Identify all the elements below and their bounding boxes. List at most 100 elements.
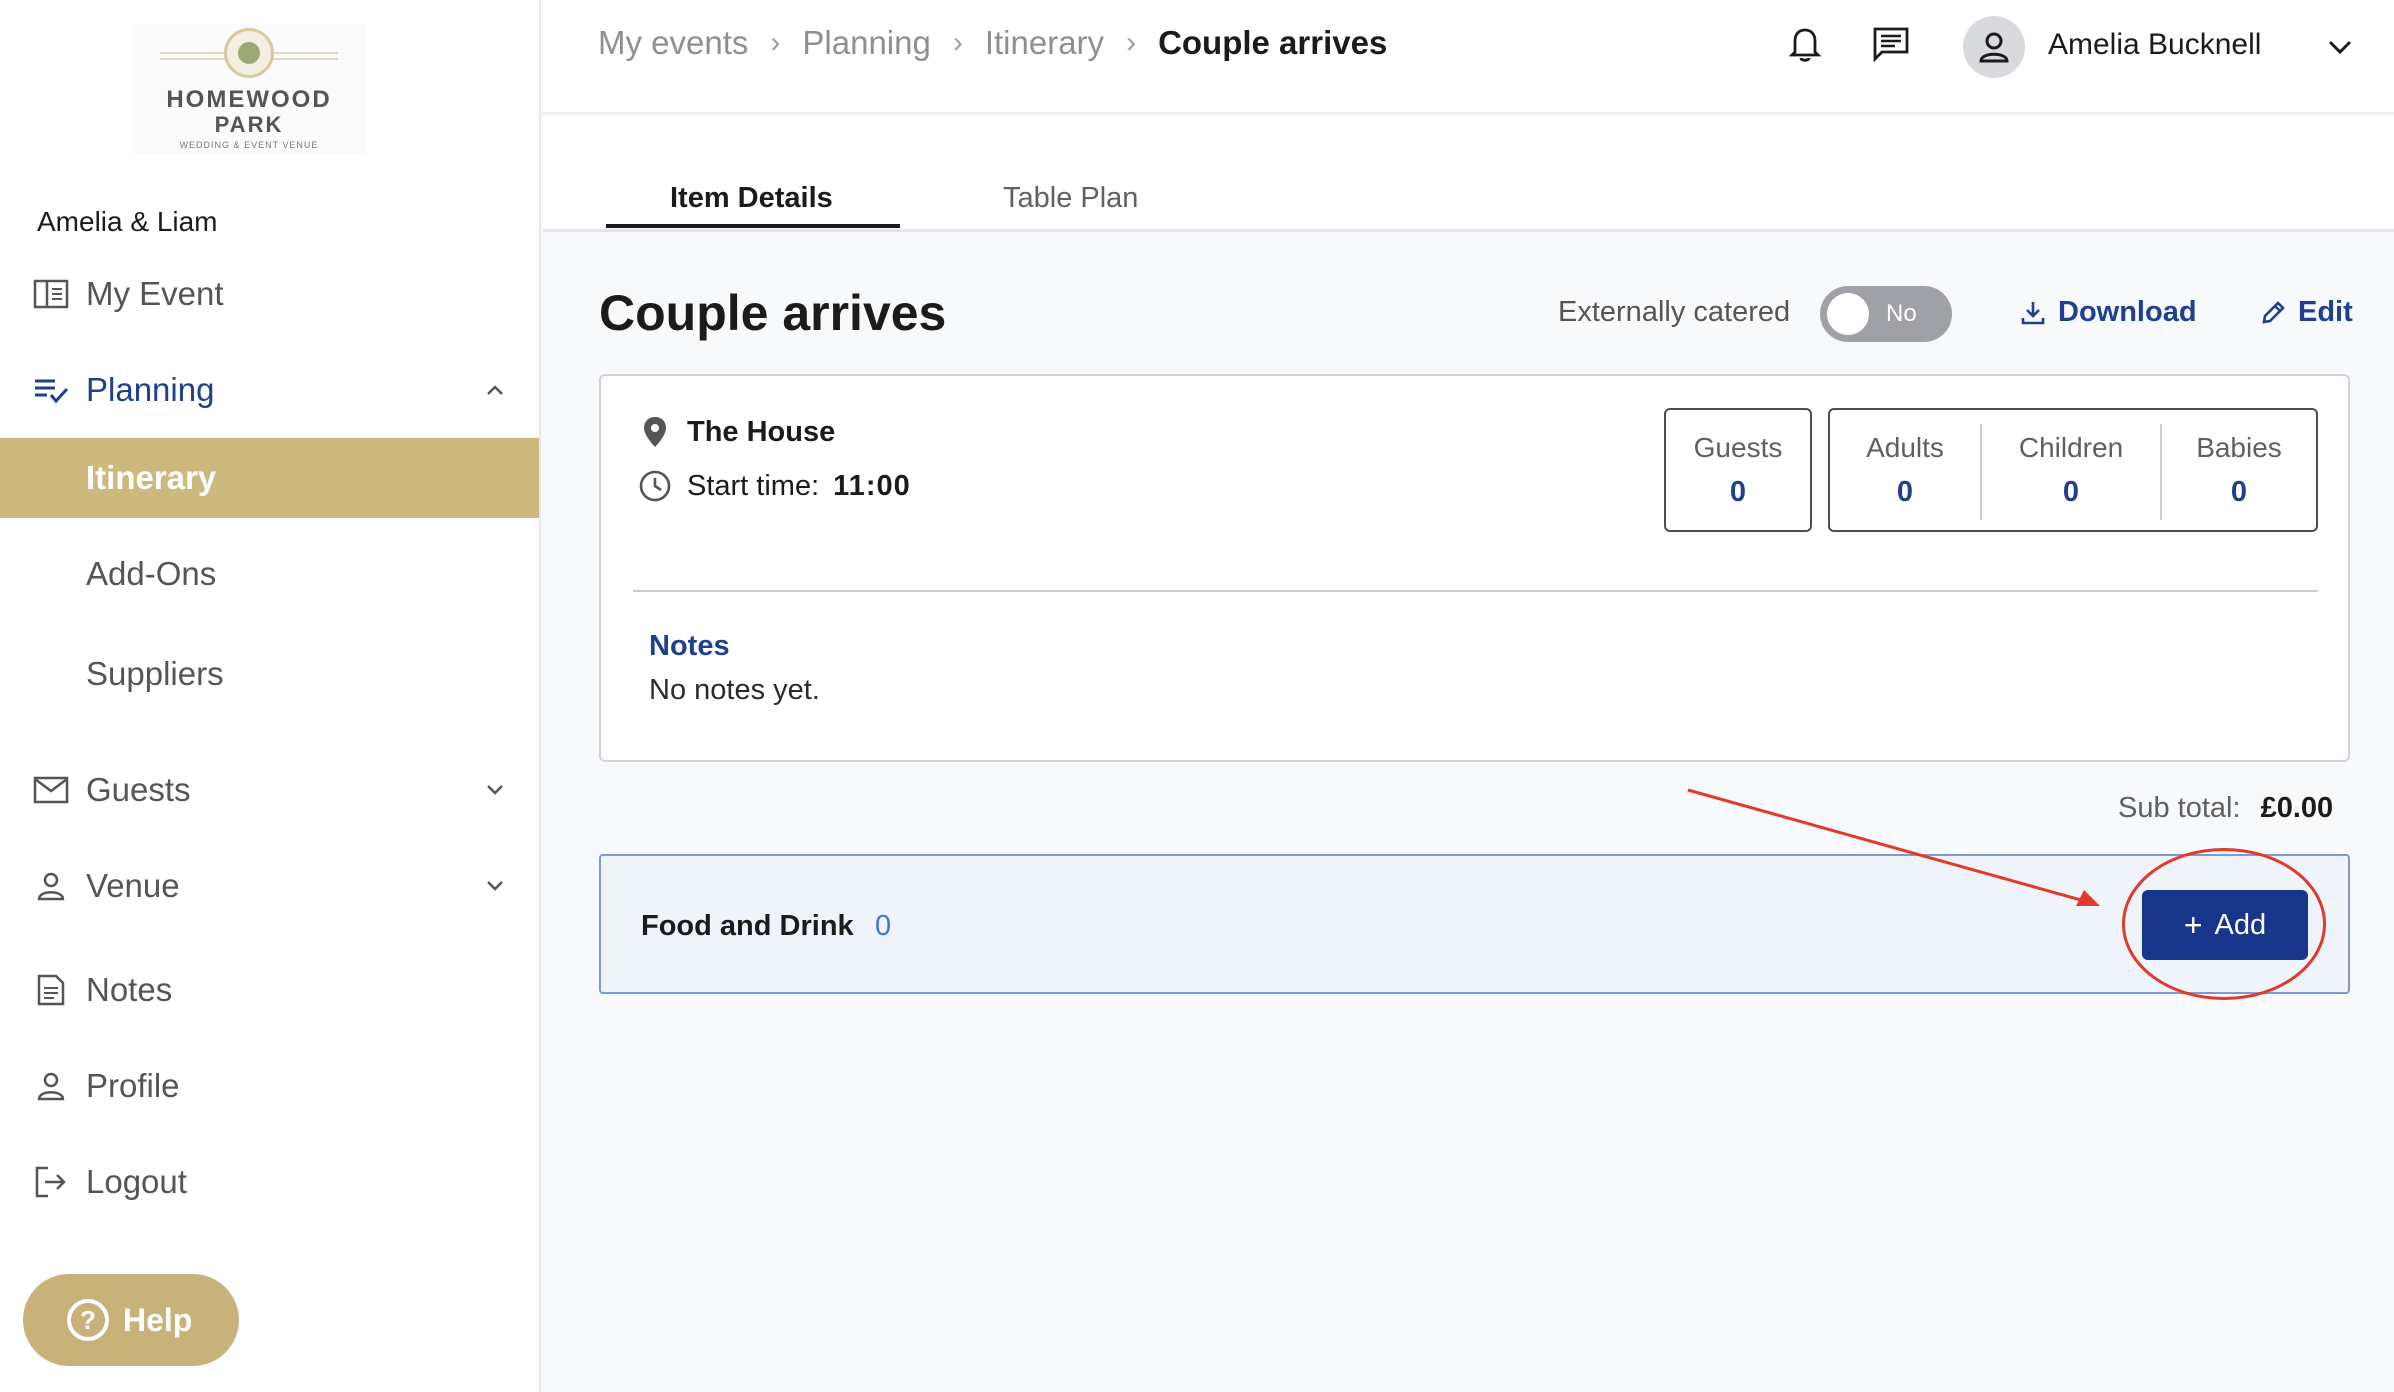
sidebar-item-label: Suppliers: [86, 655, 224, 692]
download-button[interactable]: Download: [2018, 296, 2197, 329]
sidebar-item-logout[interactable]: Logout: [0, 1150, 539, 1214]
pencil-icon: [2258, 298, 2288, 328]
breadcrumb-itinerary[interactable]: Itinerary: [985, 24, 1104, 62]
toggle-value: No: [1886, 300, 1917, 327]
tab-table-plan[interactable]: Table Plan: [1003, 182, 1138, 215]
children-value: 0: [2062, 476, 2080, 508]
children-label: Children: [2018, 432, 2124, 463]
person-icon: [1979, 32, 2009, 63]
breadcrumb-current: Couple arrives: [1158, 24, 1388, 61]
sidebar-item-label: Add-Ons: [86, 555, 217, 592]
babies-value: 0: [2230, 476, 2248, 508]
add-button-label: Add: [2214, 908, 2267, 941]
start-time-value: 11:00: [833, 469, 911, 502]
logout-icon: [32, 1163, 70, 1201]
notes-title: Notes: [649, 630, 730, 662]
sidebar-item-label: My Event: [86, 275, 224, 312]
breadcrumb: My events › Planning › Itinerary › Coupl…: [598, 24, 1387, 62]
guests-count: Guests 0: [1666, 410, 1810, 530]
logo-text-line2: PARK: [214, 112, 284, 137]
sidebar-item-label: Notes: [86, 971, 173, 1008]
subtotal: Sub total: £0.00: [2118, 792, 2333, 825]
venue-logo[interactable]: HOMEWOOD PARK WEDDING & EVENT VENUE: [132, 24, 366, 154]
person-icon: [32, 1067, 70, 1105]
avatar[interactable]: [1963, 16, 2025, 78]
card-divider: [633, 590, 2318, 592]
start-time-row: Start time: 11:00: [637, 468, 911, 504]
bell-icon[interactable]: [1783, 22, 1827, 66]
help-button-label: Help: [123, 1301, 193, 1338]
chevron-down-icon[interactable]: [2323, 30, 2357, 64]
envelope-icon: [32, 771, 70, 809]
sidebar-item-label: Venue: [86, 867, 180, 904]
guests-label: Guests: [1693, 432, 1783, 463]
sidebar-item-my-event[interactable]: My Event: [0, 262, 539, 326]
breadcrumb-planning[interactable]: Planning: [802, 24, 930, 62]
chevron-up-icon[interactable]: [482, 377, 508, 403]
top-bar: My events › Planning › Itinerary › Coupl…: [543, 0, 2394, 114]
tabs: Item Details Table Plan: [543, 116, 2394, 232]
sidebar-item-planning[interactable]: Planning: [0, 358, 539, 422]
download-label: Download: [2058, 296, 2197, 328]
sidebar-item-label: Profile: [86, 1067, 180, 1104]
active-tab-indicator: [606, 224, 900, 228]
start-time-label: Start time:: [687, 469, 820, 502]
checklist-icon: [32, 371, 70, 409]
food-and-drink-section: Food and Drink 0 + Add: [599, 854, 2350, 994]
add-food-button[interactable]: + Add: [2142, 890, 2308, 960]
externally-catered-toggle[interactable]: No: [1820, 286, 1952, 342]
clock-icon: [637, 468, 673, 504]
sidebar-item-guests[interactable]: Guests: [0, 758, 539, 822]
guests-count-box: Guests 0: [1664, 408, 1812, 532]
food-and-drink-count: 0: [875, 910, 892, 942]
location-name: The House: [687, 415, 836, 448]
adults-value: 0: [1896, 476, 1914, 508]
sidebar-item-notes[interactable]: Notes: [0, 958, 539, 1022]
chat-icon[interactable]: [1869, 22, 1913, 66]
sidebar-item-suppliers[interactable]: Suppliers: [0, 642, 539, 706]
person-icon: [32, 867, 70, 905]
babies-label: Babies: [2196, 432, 2282, 463]
map-pin-icon: [637, 414, 673, 450]
children-count: Children 0: [1982, 410, 2160, 530]
chevron-right-icon: ›: [1126, 26, 1137, 59]
edit-label: Edit: [2298, 296, 2353, 328]
sidebar-item-profile[interactable]: Profile: [0, 1054, 539, 1118]
book-open-icon: [32, 275, 70, 313]
sidebar-item-label: Logout: [86, 1163, 187, 1200]
user-name[interactable]: Amelia Bucknell: [2048, 28, 2261, 62]
adults-label: Adults: [1866, 432, 1944, 463]
location-row: The House: [637, 414, 835, 450]
tab-item-details[interactable]: Item Details: [670, 182, 833, 215]
document-icon: [32, 971, 70, 1009]
breadcrumb-my-events[interactable]: My events: [598, 24, 748, 62]
sidebar-item-label: Itinerary: [86, 459, 217, 496]
couple-name: Amelia & Liam: [37, 206, 218, 237]
download-icon: [2018, 298, 2048, 328]
subtotal-label: Sub total:: [2118, 792, 2241, 824]
toggle-knob: [1827, 293, 1869, 335]
sidebar-item-label: Guests: [86, 771, 191, 808]
sidebar-item-label: Planning: [86, 371, 215, 408]
item-details-card: The House Start time: 11:00 Guests 0 Adu…: [599, 374, 2350, 762]
subtotal-value: £0.00: [2260, 792, 2334, 824]
edit-button[interactable]: Edit: [2258, 296, 2353, 329]
page-title: Couple arrives: [599, 285, 947, 341]
notes-text: No notes yet.: [649, 674, 820, 706]
adults-count: Adults 0: [1830, 410, 1980, 530]
help-button[interactable]: ? Help: [23, 1274, 239, 1366]
sidebar-item-add-ons[interactable]: Add-Ons: [0, 542, 539, 606]
question-circle-icon: ?: [67, 1299, 109, 1341]
chevron-right-icon: ›: [952, 26, 963, 59]
sidebar-item-venue[interactable]: Venue: [0, 854, 539, 918]
logo-emblem-icon: [224, 28, 274, 78]
guests-value: 0: [1729, 476, 1747, 508]
chevron-down-icon[interactable]: [482, 777, 508, 803]
sidebar: HOMEWOOD PARK WEDDING & EVENT VENUE Amel…: [0, 0, 541, 1392]
externally-catered-label: Externally catered: [1558, 296, 1791, 328]
babies-count: Babies 0: [2162, 410, 2316, 530]
sidebar-item-itinerary[interactable]: Itinerary: [0, 438, 539, 518]
chevron-down-icon[interactable]: [482, 873, 508, 899]
chevron-right-icon: ›: [770, 26, 781, 59]
food-and-drink-label: Food and Drink: [641, 910, 854, 942]
